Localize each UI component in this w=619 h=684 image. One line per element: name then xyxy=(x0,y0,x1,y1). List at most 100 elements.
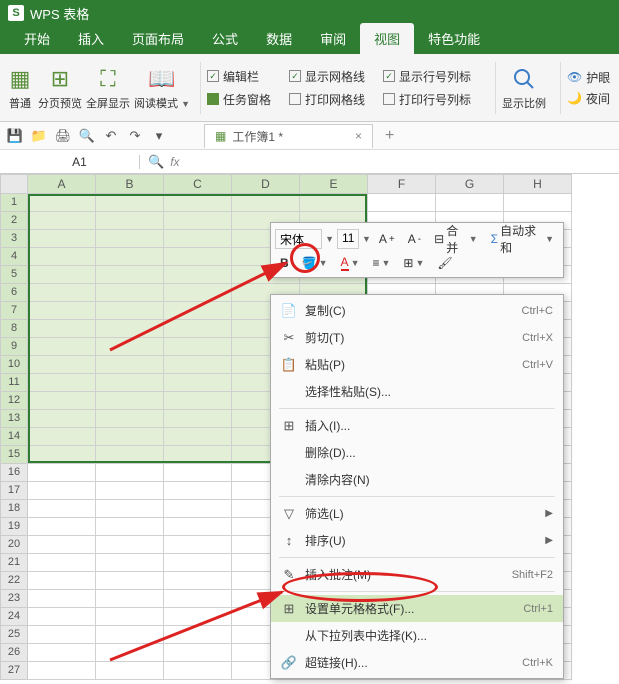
cell[interactable] xyxy=(164,608,232,626)
increase-font-button[interactable]: A+ xyxy=(374,229,400,249)
cell[interactable] xyxy=(300,194,368,212)
cell[interactable] xyxy=(28,302,96,320)
cell[interactable] xyxy=(28,374,96,392)
row-header[interactable]: 5 xyxy=(0,266,28,284)
cell[interactable] xyxy=(96,230,164,248)
menu-item[interactable]: ✎插入批注(M)Shift+F2 xyxy=(271,561,563,588)
tab-0[interactable]: 开始 xyxy=(10,23,64,54)
cell[interactable] xyxy=(28,194,96,212)
row-header[interactable]: 10 xyxy=(0,356,28,374)
cell[interactable] xyxy=(28,356,96,374)
cell[interactable] xyxy=(28,500,96,518)
row-header[interactable]: 9 xyxy=(0,338,28,356)
cell[interactable] xyxy=(96,392,164,410)
col-header-E[interactable]: E xyxy=(300,174,368,194)
col-header-D[interactable]: D xyxy=(232,174,300,194)
border-button[interactable]: ⊞▼ xyxy=(398,253,429,273)
cell[interactable] xyxy=(28,338,96,356)
cell[interactable] xyxy=(96,446,164,464)
row-header[interactable]: 15 xyxy=(0,446,28,464)
row-header[interactable]: 25 xyxy=(0,626,28,644)
cell[interactable] xyxy=(28,248,96,266)
cell[interactable] xyxy=(96,590,164,608)
decrease-font-button[interactable]: A- xyxy=(403,229,426,249)
cell[interactable] xyxy=(96,554,164,572)
cell[interactable] xyxy=(96,482,164,500)
eye-icon[interactable]: 👁护眼 xyxy=(567,69,610,86)
menu-item[interactable]: ⊞插入(I)... xyxy=(271,412,563,439)
row-header[interactable]: 7 xyxy=(0,302,28,320)
row-header[interactable]: 11 xyxy=(0,374,28,392)
cell[interactable] xyxy=(164,644,232,662)
cell[interactable] xyxy=(164,248,232,266)
tab-1[interactable]: 插入 xyxy=(64,23,118,54)
search-icon[interactable]: 🔍 xyxy=(148,154,164,170)
cell[interactable] xyxy=(28,518,96,536)
cell[interactable] xyxy=(164,356,232,374)
col-header-A[interactable]: A xyxy=(28,174,96,194)
row-header[interactable]: 20 xyxy=(0,536,28,554)
menu-item[interactable]: 删除(D)... xyxy=(271,439,563,466)
tab-7[interactable]: 特色功能 xyxy=(414,23,494,54)
menu-item[interactable]: ✂剪切(T)Ctrl+X xyxy=(271,324,563,351)
cell[interactable] xyxy=(96,428,164,446)
cell[interactable] xyxy=(96,356,164,374)
checkbox-打印网格线[interactable]: 打印网格线 xyxy=(289,91,365,108)
align-button[interactable]: ≡▼ xyxy=(367,253,395,273)
cell[interactable] xyxy=(164,554,232,572)
document-tab[interactable]: ▦ 工作簿1 * × xyxy=(204,124,373,148)
row-header[interactable]: 2 xyxy=(0,212,28,230)
cell[interactable] xyxy=(28,446,96,464)
moon-icon[interactable]: 🌙夜间 xyxy=(567,90,610,107)
cell[interactable] xyxy=(28,608,96,626)
cell[interactable] xyxy=(28,284,96,302)
cell[interactable] xyxy=(164,284,232,302)
cell[interactable] xyxy=(164,194,232,212)
checkbox-显示网格线[interactable]: 显示网格线 xyxy=(289,68,365,85)
row-header[interactable]: 27 xyxy=(0,662,28,680)
undo-icon[interactable]: ↶ xyxy=(102,127,120,145)
font-size[interactable]: 11 xyxy=(337,229,359,249)
cell[interactable] xyxy=(96,608,164,626)
cell[interactable] xyxy=(164,320,232,338)
cell[interactable] xyxy=(164,212,232,230)
menu-item[interactable]: 从下拉列表中选择(K)... xyxy=(271,622,563,649)
fullscreen-icon[interactable]: ⛶全屏显示 xyxy=(86,65,130,111)
cell[interactable] xyxy=(96,410,164,428)
name-box[interactable]: A1 xyxy=(20,155,140,169)
fill-color-button[interactable]: 🪣▼ xyxy=(297,253,333,273)
read-mode-icon[interactable]: 📖阅读模式 ▼ xyxy=(134,65,190,111)
menu-item[interactable]: 🔗超链接(H)...Ctrl+K xyxy=(271,649,563,676)
row-header[interactable]: 6 xyxy=(0,284,28,302)
open-icon[interactable]: 📁 xyxy=(30,127,48,145)
checkbox-显示行号列标[interactable]: 显示行号列标 xyxy=(383,68,471,85)
cell[interactable] xyxy=(28,482,96,500)
col-header-G[interactable]: G xyxy=(436,174,504,194)
cell[interactable] xyxy=(96,374,164,392)
select-all-corner[interactable] xyxy=(0,174,28,194)
cell[interactable] xyxy=(164,500,232,518)
cell[interactable] xyxy=(28,428,96,446)
cell[interactable] xyxy=(28,266,96,284)
print-icon[interactable]: 🖨 xyxy=(54,127,72,145)
tab-5[interactable]: 审阅 xyxy=(306,23,360,54)
cell[interactable] xyxy=(164,230,232,248)
add-tab-button[interactable]: + xyxy=(385,127,394,145)
row-header[interactable]: 26 xyxy=(0,644,28,662)
cell[interactable] xyxy=(164,302,232,320)
col-header-F[interactable]: F xyxy=(368,174,436,194)
cell[interactable] xyxy=(504,194,572,212)
grid-icon[interactable]: ▦普通 xyxy=(6,65,34,111)
save-icon[interactable]: 💾 xyxy=(6,127,24,145)
row-header[interactable]: 12 xyxy=(0,392,28,410)
row-header[interactable]: 21 xyxy=(0,554,28,572)
row-header[interactable]: 17 xyxy=(0,482,28,500)
cell[interactable] xyxy=(96,572,164,590)
row-header[interactable]: 23 xyxy=(0,590,28,608)
cell[interactable] xyxy=(96,536,164,554)
cell[interactable] xyxy=(164,662,232,680)
cell[interactable] xyxy=(164,464,232,482)
tab-6[interactable]: 视图 xyxy=(360,23,414,54)
row-header[interactable]: 1 xyxy=(0,194,28,212)
preview-icon[interactable]: 🔍 xyxy=(78,127,96,145)
